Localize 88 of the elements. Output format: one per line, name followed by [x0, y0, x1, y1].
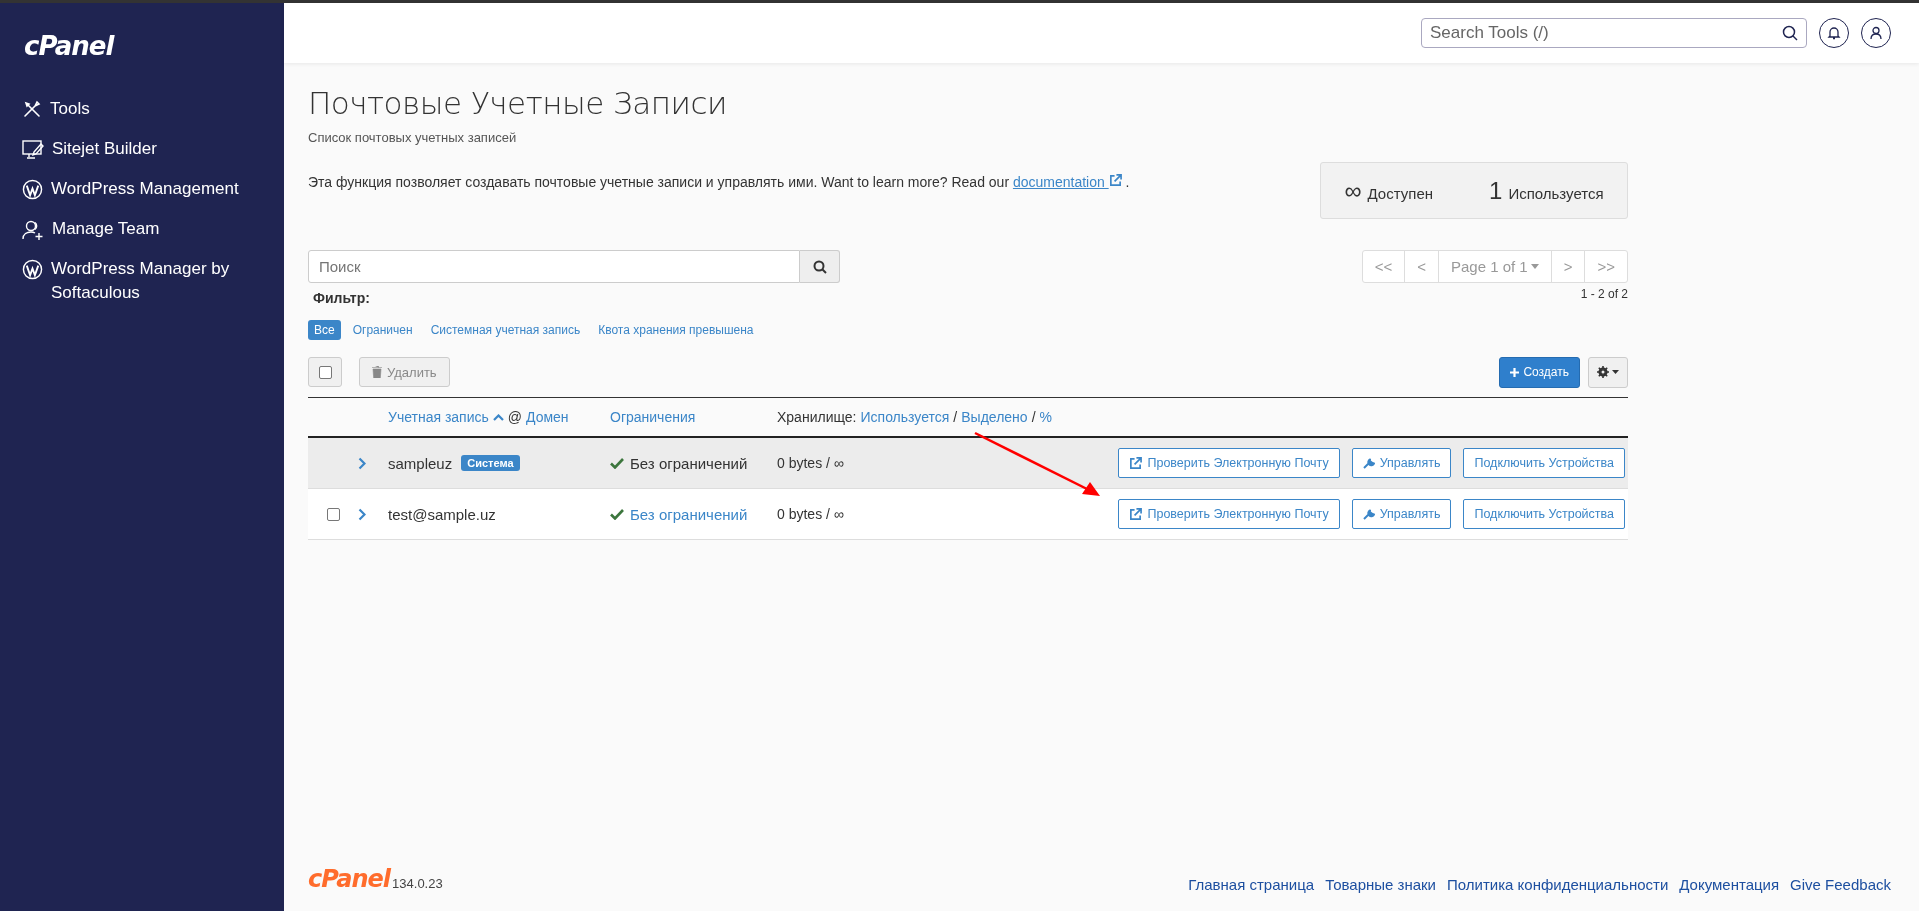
connect-devices-button[interactable]: Подключить Устройства	[1463, 448, 1625, 478]
connect-devices-button[interactable]: Подключить Устройства	[1463, 499, 1625, 529]
stat-value: 1	[1489, 176, 1503, 205]
user-plus-icon	[22, 219, 44, 241]
wrench-icon	[1362, 457, 1375, 469]
column-sort-link[interactable]: Используется	[860, 409, 950, 425]
circle-w-icon	[22, 179, 43, 200]
chevron-right-icon	[358, 456, 366, 470]
filter-option[interactable]: Квота хранения превышена	[592, 320, 760, 340]
storage-usage: 0 bytes / ∞	[777, 506, 845, 522]
check-email-button[interactable]: Проверить Электронную Почту	[1118, 448, 1340, 478]
expand-button[interactable]	[358, 507, 366, 521]
expand-button[interactable]	[358, 456, 366, 470]
caret-icon	[1530, 264, 1539, 269]
column-header-text: @	[507, 409, 523, 425]
sidebar-item[interactable]: Manage Team	[22, 217, 262, 241]
stat-value: ∞	[1344, 176, 1362, 205]
footer-link[interactable]: Политика конфиденциальности	[1447, 876, 1669, 893]
search-field[interactable]: Поиск	[308, 250, 800, 283]
cpanel-logo[interactable]: cPanel	[308, 865, 391, 893]
footer-link[interactable]: Главная страница	[1188, 876, 1315, 893]
first-page-button[interactable]: <<	[1361, 250, 1406, 283]
sidebar-item[interactable]: Tools	[22, 97, 262, 121]
filter-label: Фильтр:	[313, 290, 370, 306]
sidebar-item[interactable]: WordPress Manager by Softaculous	[22, 257, 262, 305]
monitor-pen-icon	[22, 139, 44, 161]
caret-icon	[1612, 370, 1619, 374]
account-name: test@sample.uz	[388, 505, 496, 523]
column-header-text: /	[1031, 409, 1036, 425]
restriction-link[interactable]: Без ограничений	[630, 505, 748, 523]
footer-link[interactable]: Товарные знаки	[1325, 876, 1436, 893]
manage-button[interactable]: Управлять	[1351, 499, 1452, 529]
sidebar-item[interactable]: Sitejet Builder	[22, 137, 262, 161]
system-badge: Система	[461, 455, 520, 471]
documentation-link[interactable]: documentation	[1012, 174, 1122, 190]
external-link-icon	[1108, 174, 1122, 187]
row-checkbox[interactable]	[326, 507, 340, 521]
page-description: Эта функция позволяет создавать почтовые учетные записи и управлять ими. Want to learn more? Read our documentation .	[308, 174, 1130, 190]
gear-icon	[1597, 366, 1609, 378]
footer-link[interactable]: Give Feedback	[1790, 876, 1891, 893]
external-link-icon	[1129, 507, 1143, 521]
column-sort-link[interactable]: Выделено	[961, 409, 1028, 425]
search-icon	[812, 259, 827, 274]
results-range: 1 - 2 of 2	[1580, 287, 1628, 301]
cpanel-logo[interactable]: cPanel	[24, 31, 114, 61]
check-icon	[610, 508, 624, 520]
create-button[interactable]: Создать	[1499, 356, 1580, 388]
page-subtitle: Список почтовых учетных записей	[308, 130, 517, 145]
filter-option[interactable]: Системная учетная запись	[424, 320, 587, 340]
user-button[interactable]	[1861, 18, 1891, 48]
select-all-checkbox[interactable]	[308, 357, 342, 387]
search-icon	[1782, 25, 1798, 41]
chevron-right-icon	[358, 507, 366, 521]
tools-icon	[22, 99, 42, 119]
stat-label: Используется	[1508, 184, 1604, 202]
previous-page-button[interactable]: <	[1404, 250, 1439, 283]
column-header-text: Хранилище:	[777, 409, 857, 425]
filter-option[interactable]: Все	[308, 320, 341, 340]
sidebar-item[interactable]: WordPress Management	[22, 177, 262, 201]
stat-label: Доступен	[1367, 184, 1433, 202]
plus-icon	[1510, 367, 1520, 377]
check-icon	[610, 457, 624, 469]
version-number: 134.0.23	[392, 876, 443, 891]
restriction-text: Без ограничений	[630, 454, 748, 472]
settings-button[interactable]	[1588, 356, 1628, 388]
bell-icon	[1827, 26, 1841, 40]
storage-usage: 0 bytes / ∞	[777, 455, 845, 471]
search-button[interactable]	[800, 250, 840, 283]
check-email-button[interactable]: Проверить Электронную Почту	[1118, 499, 1340, 529]
notifications-button[interactable]	[1819, 18, 1849, 48]
column-sort-link[interactable]: Домен	[526, 409, 569, 425]
user-icon	[1869, 26, 1883, 40]
footer-link[interactable]: Документация	[1679, 876, 1780, 893]
trash-icon	[372, 366, 382, 378]
page-select[interactable]: Page 1 of 1	[1437, 250, 1552, 283]
page-title: Почтовые Учетные Записи	[308, 85, 728, 121]
wrench-icon	[1362, 508, 1375, 520]
manage-button[interactable]: Управлять	[1351, 448, 1452, 478]
column-sort-link[interactable]: Учетная запись	[388, 409, 489, 425]
circle-w-icon	[22, 259, 43, 280]
account-name: sampleuz	[388, 454, 453, 472]
external-link-icon	[1129, 456, 1143, 470]
column-sort-link[interactable]: Ограничения	[610, 409, 696, 425]
column-header-text: /	[953, 409, 958, 425]
column-sort-link[interactable]: %	[1039, 409, 1052, 425]
search-tools-field[interactable]: Search Tools (/)	[1421, 18, 1807, 48]
filter-option[interactable]: Ограничен	[346, 320, 419, 340]
last-page-button[interactable]: >>	[1584, 250, 1628, 283]
